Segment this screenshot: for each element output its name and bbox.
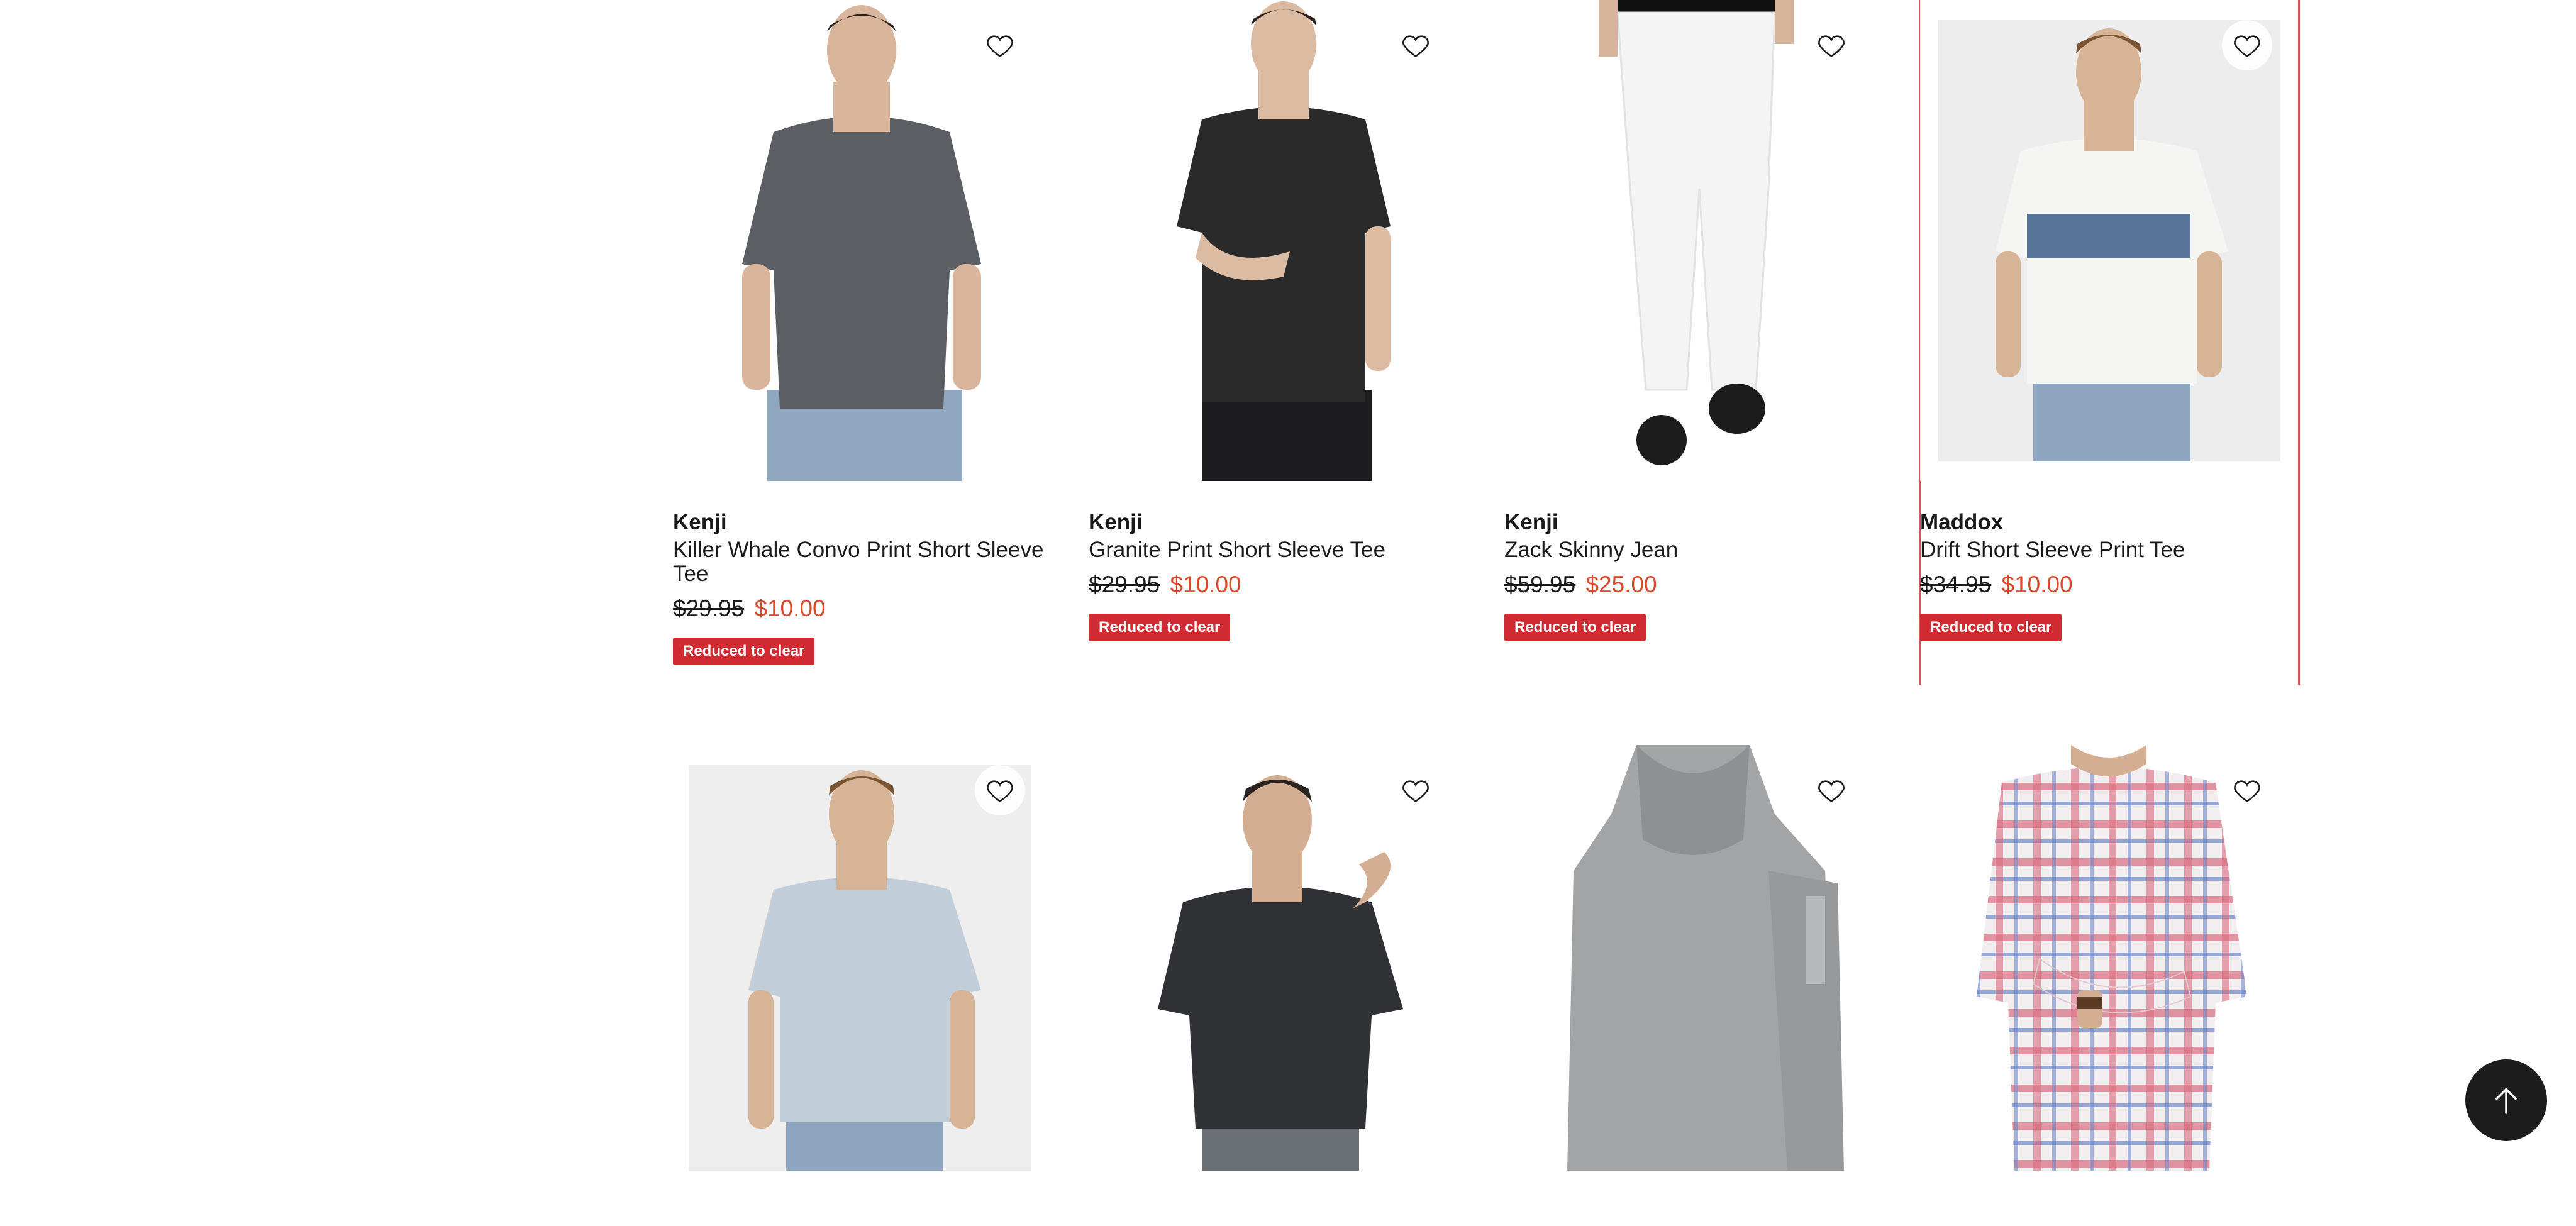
wishlist-button[interactable] [975, 765, 1025, 815]
wishlist-button[interactable] [1391, 20, 1441, 70]
wishlist-button[interactable] [1806, 765, 1857, 815]
wishlist-button[interactable] [1391, 765, 1441, 815]
reduced-badge: Reduced to clear [1089, 614, 1231, 641]
sale-price: $25.00 [1585, 572, 1657, 597]
sale-price: $10.00 [1170, 572, 1241, 597]
product-image[interactable] [1504, 745, 1882, 1226]
arrow-up-icon [2496, 1088, 2517, 1114]
wishlist-button[interactable] [2222, 20, 2272, 70]
product-price: $34.95 $10.00 [1920, 571, 2297, 599]
product-image[interactable] [1089, 0, 1466, 481]
heart-outline-icon [2234, 35, 2260, 57]
product-brand: Kenji [1504, 510, 1558, 534]
product-info: Maddox Drift Short Sleeve Print Tee $34.… [1920, 509, 2297, 641]
product-info: Kenji Granite Print Short Sleeve Tee $29… [1089, 509, 1466, 641]
product-price: $29.95 $10.00 [1089, 571, 1466, 599]
heart-outline-icon [1818, 35, 1845, 57]
reduced-badge: Reduced to clear [673, 638, 815, 665]
heart-outline-icon [987, 35, 1013, 57]
product-brand: Kenji [673, 510, 727, 534]
was-price: $29.95 [673, 595, 745, 621]
product-info: Kenji Zack Skinny Jean $59.95 $25.00 Red… [1504, 509, 1882, 641]
heart-outline-icon [1818, 780, 1845, 802]
product-price: $59.95 $25.00 [1504, 571, 1882, 599]
product-image[interactable] [1920, 0, 2297, 481]
product-title[interactable]: Granite Print Short Sleeve Tee [1089, 538, 1466, 562]
wishlist-button[interactable] [2222, 765, 2272, 815]
reduced-badge: Reduced to clear [1504, 614, 1646, 641]
was-price: $29.95 [1089, 572, 1160, 597]
product-image[interactable] [1089, 745, 1466, 1226]
reduced-badge: Reduced to clear [1920, 614, 2062, 641]
sale-price: $10.00 [2001, 572, 2073, 597]
product-brand: Kenji [1089, 510, 1143, 534]
product-image[interactable] [673, 745, 1050, 1226]
heart-outline-icon [2234, 780, 2260, 802]
product-image[interactable] [1920, 745, 2297, 1226]
heart-outline-icon [1402, 35, 1429, 57]
product-title[interactable]: Killer Whale Convo Print Short Sleeve Te… [673, 538, 1050, 586]
wishlist-button[interactable] [1806, 20, 1857, 70]
product-info: Kenji Killer Whale Convo Print Short Sle… [673, 509, 1050, 665]
product-title[interactable]: Drift Short Sleeve Print Tee [1920, 538, 2297, 562]
back-to-top-button[interactable] [2465, 1059, 2547, 1141]
sale-price: $10.00 [754, 595, 826, 621]
was-price: $59.95 [1504, 572, 1576, 597]
product-price: $29.95 $10.00 [673, 595, 1050, 622]
product-title[interactable]: Zack Skinny Jean [1504, 538, 1882, 562]
heart-outline-icon [987, 780, 1013, 802]
heart-outline-icon [1402, 780, 1429, 802]
product-image[interactable] [1504, 0, 1882, 481]
wishlist-button[interactable] [975, 20, 1025, 70]
product-brand: Maddox [1920, 510, 2004, 534]
product-image[interactable] [673, 0, 1050, 481]
was-price: $34.95 [1920, 572, 1992, 597]
